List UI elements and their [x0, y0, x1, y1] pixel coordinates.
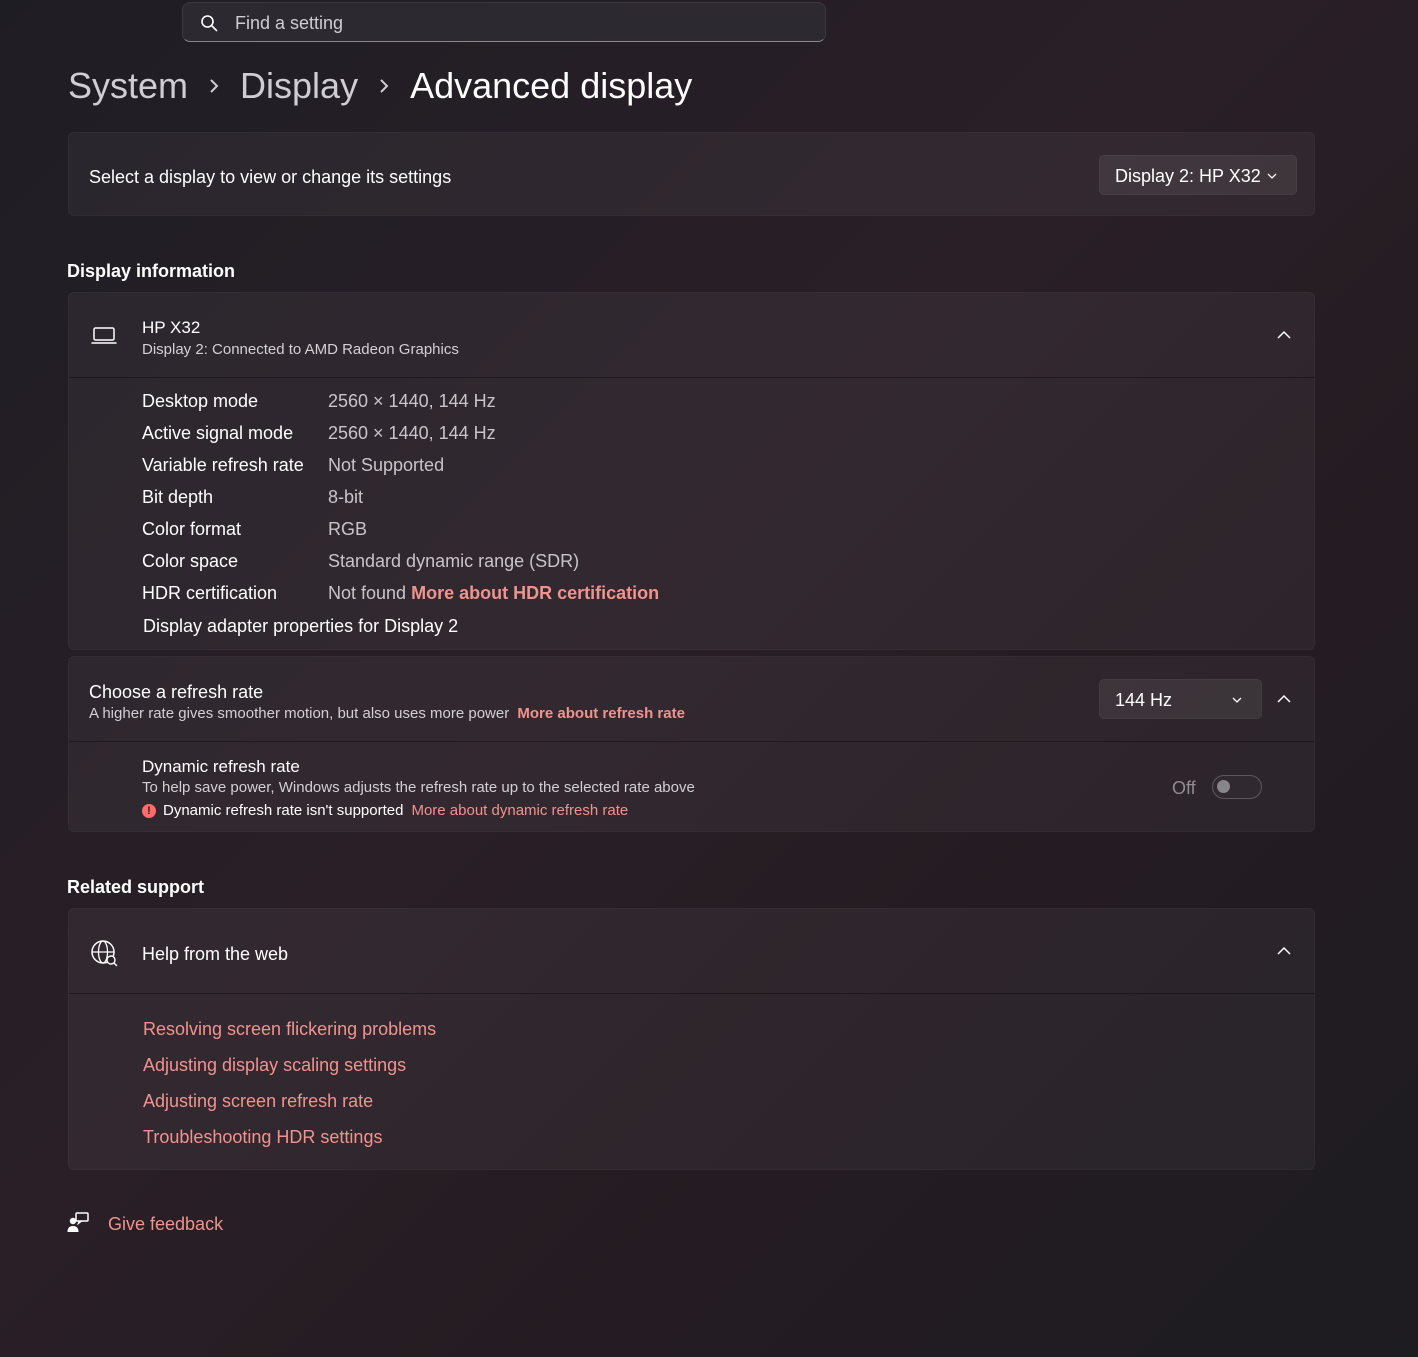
hdr-certification-link[interactable]: More about HDR certification [411, 583, 659, 603]
chevron-up-icon[interactable] [1276, 327, 1292, 343]
settings-page: System Display Advanced display Select a… [0, 0, 1418, 1357]
refresh-rate-card: Choose a refresh rate A higher rate give… [68, 656, 1315, 832]
refresh-rate-dropdown[interactable]: 144 Hz [1099, 679, 1262, 719]
info-value: 2560 × 1440, 144 Hz [328, 423, 496, 443]
monitor-name: HP X32 [142, 318, 201, 337]
breadcrumb: System Display Advanced display [68, 62, 692, 110]
display-adapter-properties-link[interactable]: Display adapter properties for Display 2 [143, 616, 458, 637]
info-value: Not Supported [328, 455, 445, 475]
display-select-value: Display 2: HP X32 [1115, 166, 1261, 186]
page-title: Advanced display [410, 65, 693, 106]
help-link-refresh-rate[interactable]: Adjusting screen refresh rate [143, 1091, 373, 1112]
info-key: Bit depth [142, 487, 214, 507]
give-feedback-label: Give feedback [108, 1214, 224, 1234]
search-input[interactable] [233, 3, 797, 43]
related-support-heading: Related support [67, 877, 205, 897]
info-value: RGB [328, 519, 368, 539]
warning-icon: ! [142, 803, 156, 818]
info-key: Color space [142, 551, 239, 571]
display-select-dropdown[interactable]: Display 2: HP X32 [1099, 155, 1297, 195]
info-value: Not found More about HDR certification [328, 583, 659, 604]
display-information-heading: Display information [67, 261, 236, 281]
help-from-web-card: Help from the web Resolving screen flick… [68, 908, 1315, 1170]
breadcrumb-display[interactable]: Display [240, 65, 358, 107]
dynamic-refresh-warning: ! Dynamic refresh rate isn't supported M… [142, 802, 628, 819]
chevron-up-icon[interactable] [1276, 691, 1292, 707]
display-info-header[interactable]: HP X32 Display 2: Connected to AMD Radeo… [69, 293, 1314, 377]
refresh-rate-title: Choose a refresh rate [89, 682, 264, 702]
refresh-rate-value: 144 Hz [1115, 690, 1173, 710]
display-information-card: HP X32 Display 2: Connected to AMD Radeo… [68, 292, 1315, 650]
toggle-knob [1217, 780, 1230, 793]
dynamic-refresh-toggle-label: Off [1172, 778, 1196, 798]
dynamic-refresh-rate-description: To help save power, Windows adjusts the … [142, 779, 695, 796]
help-link-flickering[interactable]: Resolving screen flickering problems [143, 1019, 436, 1040]
info-key: Desktop mode [142, 391, 259, 411]
info-value: Standard dynamic range (SDR) [328, 551, 580, 571]
chevron-down-icon [1267, 173, 1277, 179]
breadcrumb-system[interactable]: System [68, 65, 188, 107]
search-box[interactable] [182, 2, 826, 43]
feedback-icon [67, 1212, 89, 1232]
info-key: Active signal mode [142, 423, 294, 443]
laptop-icon [91, 327, 117, 344]
search-icon [201, 15, 218, 32]
globe-icon [91, 940, 118, 967]
refresh-rate-desc-text: A higher rate gives smoother motion, but… [89, 705, 510, 722]
refresh-rate-link[interactable]: More about refresh rate [517, 705, 685, 722]
help-from-web-title: Help from the web [142, 944, 289, 964]
hdr-cert-status: Not found [328, 583, 407, 603]
dynamic-refresh-warning-text: Dynamic refresh rate isn't supported [163, 802, 404, 819]
dynamic-refresh-rate-title: Dynamic refresh rate [142, 757, 300, 776]
help-link-hdr[interactable]: Troubleshooting HDR settings [143, 1127, 382, 1148]
info-value: 8-bit [328, 487, 364, 507]
info-value: 2560 × 1440, 144 Hz [328, 391, 496, 411]
monitor-connection: Display 2: Connected to AMD Radeon Graph… [142, 341, 459, 358]
info-key: Variable refresh rate [142, 455, 304, 475]
refresh-rate-description: A higher rate gives smoother motion, but… [89, 705, 685, 722]
chevron-right-icon [202, 77, 226, 95]
chevron-down-icon [1232, 697, 1242, 703]
dynamic-refresh-rate-link[interactable]: More about dynamic refresh rate [411, 802, 628, 819]
dynamic-refresh-toggle[interactable] [1212, 775, 1262, 799]
info-key: HDR certification [142, 583, 278, 603]
chevron-up-icon[interactable] [1276, 943, 1292, 959]
info-key: Color format [142, 519, 242, 539]
chevron-right-icon [372, 77, 396, 95]
display-select-label: Select a display to view or change its s… [89, 167, 452, 187]
display-select-card: Select a display to view or change its s… [68, 132, 1315, 216]
help-link-scaling[interactable]: Adjusting display scaling settings [143, 1055, 406, 1076]
